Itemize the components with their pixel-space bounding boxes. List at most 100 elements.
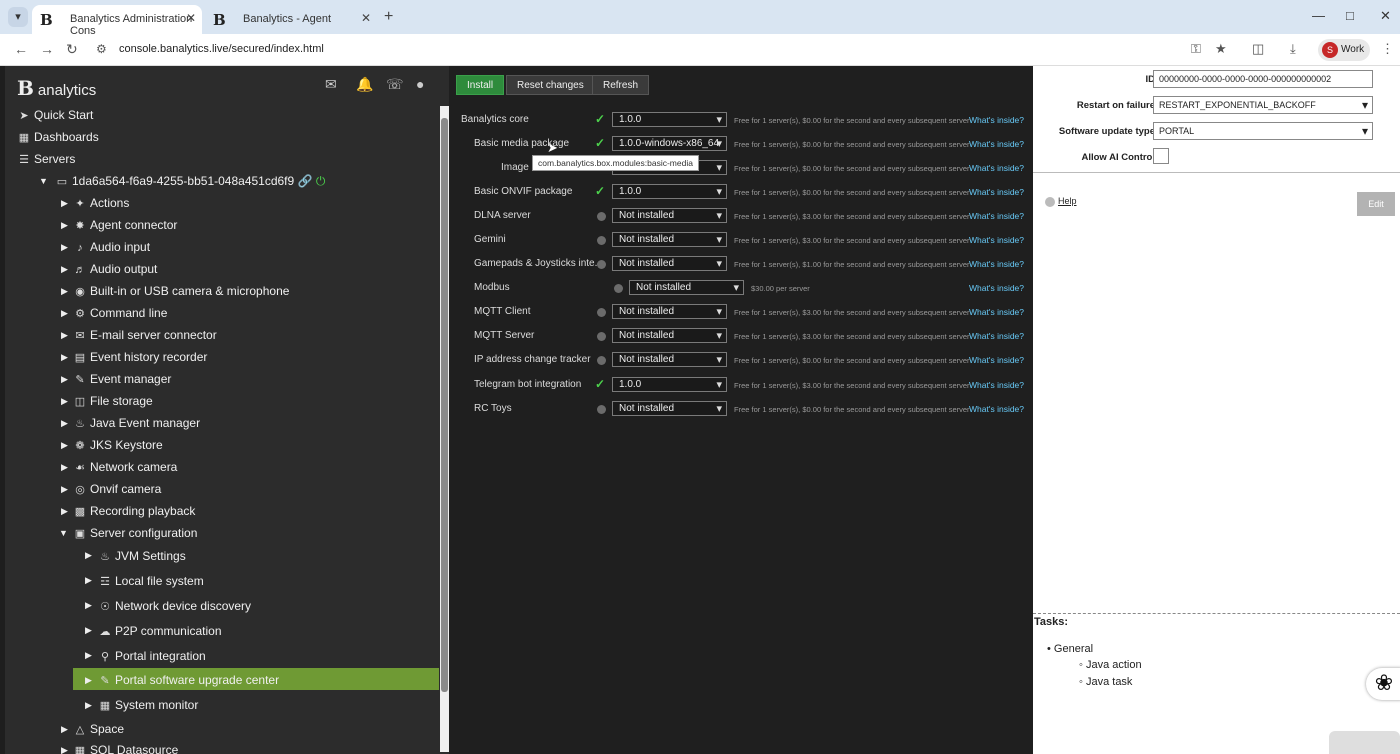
sidebar-item-email-connector[interactable]: ✉ E-mail server connector xyxy=(73,328,216,342)
bottom-panel-tab[interactable] xyxy=(1329,731,1400,754)
version-select[interactable]: 1.0.0 xyxy=(612,377,727,392)
task-group-general[interactable]: • General xyxy=(1047,643,1093,655)
collapsed-triangle-icon[interactable]: ▶ xyxy=(61,242,68,253)
whats-inside-link[interactable]: What's inside? xyxy=(969,355,1024,365)
collapsed-triangle-icon[interactable]: ▶ xyxy=(85,600,92,611)
forward-icon[interactable]: → xyxy=(40,41,54,57)
sidebar-item-recording-playback[interactable]: ▩ Recording playback xyxy=(73,504,196,518)
whats-inside-link[interactable]: What's inside? xyxy=(969,187,1024,197)
collapsed-triangle-icon[interactable]: ▶ xyxy=(61,352,68,363)
collapsed-triangle-icon[interactable]: ▶ xyxy=(61,374,68,385)
sidebar-item-actions[interactable]: ✦ Actions xyxy=(73,196,129,210)
sidebar-item-servers[interactable]: ☰ Servers xyxy=(17,152,75,166)
sidebar-item-network-camera[interactable]: ☙ Network camera xyxy=(73,460,177,474)
collapsed-triangle-icon[interactable]: ▶ xyxy=(61,198,68,209)
version-select[interactable]: Not installed xyxy=(612,256,727,271)
install-button[interactable]: Install xyxy=(456,75,505,95)
whats-inside-link[interactable]: What's inside? xyxy=(969,380,1024,390)
version-select[interactable]: Not installed xyxy=(612,401,727,416)
whats-inside-link[interactable]: What's inside? xyxy=(969,283,1024,293)
extensions-icon[interactable]: ◫ xyxy=(1252,41,1264,57)
bell-icon[interactable]: 🔔 xyxy=(356,76,373,93)
version-select[interactable]: Not installed xyxy=(612,352,727,367)
collapsed-triangle-icon[interactable]: ▶ xyxy=(61,462,68,473)
tab-admin-console[interactable]: B Banalytics Administration Cons ✕ xyxy=(32,5,202,37)
edit-button[interactable]: Edit xyxy=(1357,192,1395,216)
collapsed-triangle-icon[interactable]: ▶ xyxy=(61,330,68,341)
version-select[interactable]: Not installed xyxy=(629,280,744,295)
collapsed-triangle-icon[interactable]: ▶ xyxy=(61,724,68,735)
collapsed-triangle-icon[interactable]: ▶ xyxy=(85,575,92,586)
sidebar-item-dashboards[interactable]: ▦ Dashboards xyxy=(17,130,99,144)
sidebar-item-audio-input[interactable]: ♪ Audio input xyxy=(73,240,150,254)
version-select[interactable]: 1.0.0 xyxy=(612,112,727,127)
help-link[interactable]: Help xyxy=(1045,196,1077,207)
task-java-task[interactable]: ◦ Java task xyxy=(1079,676,1132,688)
collapsed-triangle-icon[interactable]: ▶ xyxy=(61,220,68,231)
menu-kebab-icon[interactable]: ⋮ xyxy=(1381,41,1394,57)
site-info-icon[interactable]: ⚙ xyxy=(96,42,107,56)
sidebar-item-jvm-settings[interactable]: ♨ JVM Settings xyxy=(98,549,186,563)
id-field[interactable]: 00000000-0000-0000-0000-000000000002 xyxy=(1153,70,1373,88)
expand-triangle-icon[interactable]: ▼ xyxy=(59,528,68,538)
collapsed-triangle-icon[interactable]: ▶ xyxy=(85,675,92,686)
sidebar-item-file-storage[interactable]: ◫ File storage xyxy=(73,394,153,408)
sidebar-item-portal-integration[interactable]: ⚲ Portal integration xyxy=(98,649,206,663)
collapsed-triangle-icon[interactable]: ▶ xyxy=(61,418,68,429)
sidebar-item-server-node[interactable]: ▭ 1da6a564-f6a9-4255-bb51-048a451cd6f9 🔗 … xyxy=(55,174,326,189)
sidebar-item-jks-keystore[interactable]: ❁ JKS Keystore xyxy=(73,438,162,452)
phone-hangup-icon[interactable]: ☏ xyxy=(386,76,404,93)
collapsed-triangle-icon[interactable]: ▶ xyxy=(61,745,68,754)
version-select[interactable]: Not installed xyxy=(612,304,727,319)
collapsed-triangle-icon[interactable]: ▶ xyxy=(61,264,68,275)
task-java-action[interactable]: ◦ Java action xyxy=(1079,659,1142,671)
version-select[interactable]: Not installed xyxy=(612,328,727,343)
sidebar-item-onvif-camera[interactable]: ◎ Onvif camera xyxy=(73,482,161,496)
whats-inside-link[interactable]: What's inside? xyxy=(969,139,1024,149)
sidebar-item-local-fs[interactable]: ☲ Local file system xyxy=(98,574,204,588)
reload-icon[interactable]: ↻ xyxy=(66,41,78,58)
collapsed-triangle-icon[interactable]: ▶ xyxy=(61,484,68,495)
ai-control-checkbox[interactable] xyxy=(1153,148,1169,164)
sidebar-item-sql-datasource[interactable]: ▦ SQL Datasource xyxy=(73,743,178,754)
password-key-icon[interactable]: ⚿ xyxy=(1191,41,1201,57)
sidebar-item-server-configuration[interactable]: ▣ Server configuration xyxy=(73,526,198,540)
profile-button[interactable]: S Work xyxy=(1318,39,1370,61)
collapsed-triangle-icon[interactable]: ▶ xyxy=(61,308,68,319)
bookmark-star-icon[interactable]: ★ xyxy=(1215,41,1227,57)
collapsed-triangle-icon[interactable]: ▶ xyxy=(85,650,92,661)
refresh-button[interactable]: Refresh xyxy=(592,75,650,95)
collapsed-triangle-icon[interactable]: ▶ xyxy=(61,396,68,407)
tab-close-icon[interactable]: ✕ xyxy=(186,11,196,25)
whats-inside-link[interactable]: What's inside? xyxy=(969,235,1024,245)
version-select[interactable]: 1.0.0-windows-x86_64 xyxy=(612,136,727,151)
sidebar-item-p2p[interactable]: ☁ P2P communication xyxy=(98,624,222,638)
update-type-select[interactable]: PORTAL xyxy=(1153,122,1373,140)
whats-inside-link[interactable]: What's inside? xyxy=(969,307,1024,317)
tab-search-icon[interactable]: ▾ xyxy=(8,7,28,27)
ai-assistant-icon[interactable]: ❀ xyxy=(1366,668,1400,700)
minimize-icon[interactable]: — xyxy=(1312,8,1325,23)
tab-agent[interactable]: B Banalytics - Agent ✕ xyxy=(205,5,377,34)
collapsed-triangle-icon[interactable]: ▶ xyxy=(61,286,68,297)
sidebar-item-command-line[interactable]: ⚙ Command line xyxy=(73,306,167,320)
sidebar-item-audio-output[interactable]: ♬ Audio output xyxy=(73,262,158,276)
sidebar-scrollbar[interactable] xyxy=(440,106,449,752)
sidebar-item-system-monitor[interactable]: ▦ System monitor xyxy=(98,698,199,712)
collapsed-triangle-icon[interactable]: ▶ xyxy=(85,700,92,711)
mail-icon[interactable]: ✉ xyxy=(325,76,337,93)
collapsed-triangle-icon[interactable]: ▶ xyxy=(61,506,68,517)
whats-inside-link[interactable]: What's inside? xyxy=(969,115,1024,125)
window-close-icon[interactable]: ✕ xyxy=(1380,8,1391,24)
sidebar-item-camera-mic[interactable]: ◉ Built-in or USB camera & microphone xyxy=(73,284,289,298)
sidebar-item-space[interactable]: △ Space xyxy=(73,722,124,736)
tab-close-icon[interactable]: ✕ xyxy=(361,11,371,25)
sidebar-item-java-event-manager[interactable]: ♨ Java Event manager xyxy=(73,416,200,430)
new-tab-icon[interactable]: + xyxy=(384,8,393,26)
maximize-icon[interactable]: □ xyxy=(1346,8,1354,23)
sidebar-item-event-manager[interactable]: ✎ Event manager xyxy=(73,372,171,386)
expand-triangle-icon[interactable]: ▼ xyxy=(39,176,48,186)
whats-inside-link[interactable]: What's inside? xyxy=(969,163,1024,173)
whats-inside-link[interactable]: What's inside? xyxy=(969,331,1024,341)
back-icon[interactable]: ← xyxy=(14,41,28,57)
